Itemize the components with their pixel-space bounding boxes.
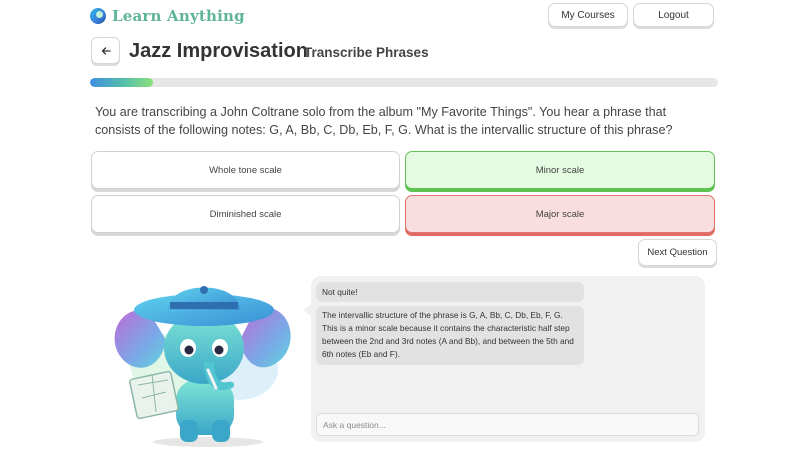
back-button[interactable]: [91, 37, 120, 64]
answer-option-incorrect[interactable]: Major scale: [405, 195, 715, 233]
answer-option[interactable]: Diminished scale: [91, 195, 400, 233]
chat-message: Not quite!: [316, 282, 584, 302]
logo-icon: [90, 8, 106, 24]
answer-option[interactable]: Whole tone scale: [91, 151, 400, 189]
progress-fill: [90, 78, 153, 87]
progress-bar: [90, 78, 718, 87]
ask-question-input[interactable]: [316, 413, 699, 436]
answer-option-correct[interactable]: Minor scale: [405, 151, 715, 189]
app-logo[interactable]: Learn Anything: [90, 7, 245, 25]
question-text: You are transcribing a John Coltrane sol…: [95, 105, 673, 137]
page-title: Jazz Improvisation: [129, 40, 308, 62]
page-subtitle: Transcribe Phrases: [304, 45, 429, 60]
next-question-button[interactable]: Next Question: [638, 239, 717, 266]
app-name: Learn Anything: [112, 7, 245, 25]
elephant-explorer-icon: [114, 286, 291, 447]
my-courses-button[interactable]: My Courses: [548, 3, 628, 27]
chat-message: The intervallic structure of the phrase …: [316, 306, 584, 365]
arrow-left-icon: [101, 46, 111, 55]
logout-button[interactable]: Logout: [633, 3, 714, 27]
